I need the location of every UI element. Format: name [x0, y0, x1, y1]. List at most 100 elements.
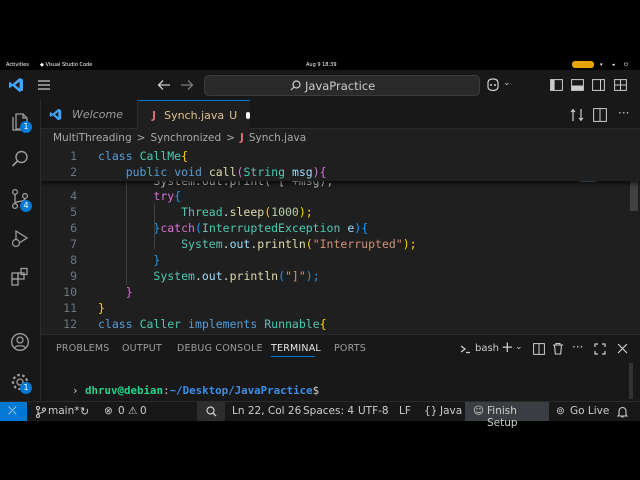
sticky-scroll-header[interactable]: 1 class CallMe{ 2 public void call(Strin… [41, 147, 640, 181]
java-icon: J [239, 132, 244, 144]
explorer-badge: 1 [20, 121, 32, 133]
indentation[interactable]: Spaces: 4 [303, 405, 354, 417]
source-control-badge: 4 [20, 200, 32, 212]
customize-layout-icon[interactable] [614, 79, 627, 91]
breadcrumb-folder-multithreading[interactable]: MultiThreading [53, 132, 132, 144]
line-number: 4 [70, 189, 77, 203]
trash-icon[interactable] [552, 342, 564, 355]
sync-icon[interactable]: ↻ [80, 405, 89, 418]
broadcast-icon[interactable]: ⊚ [556, 405, 565, 417]
tab-terminal[interactable]: TERMINAL [271, 343, 321, 354]
title-bar: JavaPractice ⌄ [0, 70, 640, 101]
language-mode[interactable]: Java [440, 405, 462, 417]
command-center-search[interactable]: JavaPractice [204, 75, 480, 96]
run-debug-icon[interactable] [10, 228, 30, 248]
line-number: 7 [70, 237, 77, 251]
braces-icon: {} [424, 405, 438, 417]
remote-indicator[interactable]: ⤫ [0, 402, 27, 421]
new-terminal-plus-icon[interactable]: + [501, 338, 514, 356]
close-panel-icon[interactable] [617, 343, 628, 354]
zoom-button[interactable] [197, 402, 225, 421]
remote-icon: ⤫ [8, 404, 17, 417]
copilot-icon: ☺ [473, 405, 484, 417]
tab-label: Welcome [72, 107, 123, 121]
git-branch[interactable]: main* [48, 405, 80, 417]
tab-welcome[interactable]: Welcome [41, 100, 138, 128]
maximize-panel-icon[interactable] [594, 343, 606, 355]
prompt-dollar: $ [312, 384, 320, 397]
open-changes-icon[interactable] [570, 108, 584, 122]
power-icon[interactable]: ⏻ [624, 62, 628, 68]
line-number: 1 [70, 149, 77, 163]
forward-arrow-icon[interactable] [180, 79, 194, 91]
split-terminal-icon[interactable] [533, 343, 545, 355]
encoding[interactable]: UTF-8 [358, 405, 389, 417]
extensions-icon[interactable] [10, 267, 30, 287]
untracked-status: U [229, 108, 238, 122]
search-icon [290, 80, 301, 91]
recording-indicator[interactable] [572, 61, 594, 68]
tab-problems[interactable]: PROBLEMS [56, 343, 109, 354]
finish-setup-label: Finish Setup [487, 405, 518, 429]
tab-label: Synch.java [164, 108, 225, 122]
git-branch-icon [36, 406, 46, 418]
code-line-2: public void call(String msg){ [125, 165, 327, 179]
code-editor[interactable]: 1 class CallMe{ 2 public void call(Strin… [41, 147, 640, 333]
tab-ports[interactable]: PORTS [334, 343, 366, 354]
line-number: 11 [63, 301, 77, 315]
copilot-icon[interactable] [485, 78, 501, 92]
activities-button[interactable]: Activities [6, 62, 29, 68]
more-actions-icon[interactable]: ··· [618, 106, 629, 120]
system-top-bar: Activities ◆ Visual Studio Code Aug 9 18… [0, 60, 640, 70]
breadcrumb-separator: > [136, 132, 146, 144]
tab-output[interactable]: OUTPUT [122, 343, 162, 354]
java-icon: J [152, 108, 157, 122]
menu-icon[interactable] [37, 79, 51, 91]
app-name: Visual Studio Code [45, 62, 93, 68]
terminal-chevron-down-icon[interactable]: ⌄ [515, 342, 523, 352]
bottom-panel: PROBLEMS OUTPUT DEBUG CONSOLE TERMINAL P… [41, 334, 640, 402]
line-number: 9 [70, 269, 77, 283]
breadcrumb: MultiThreading > Synchronized > J Synch.… [41, 129, 640, 147]
prompt-path: ~/Desktop/JavaPractice [169, 384, 313, 397]
error-icon[interactable]: ⊗ [104, 405, 113, 417]
toggle-secondary-sidebar-icon[interactable] [592, 79, 605, 91]
breadcrumb-file[interactable]: Synch.java [249, 132, 306, 144]
more-actions-icon[interactable]: ··· [572, 340, 583, 354]
copilot-chevron-down-icon[interactable]: ⌄ [503, 78, 511, 88]
split-editor-icon[interactable] [593, 108, 607, 122]
prompt-user: dhruv@debian [85, 384, 164, 397]
tab-debug-console[interactable]: DEBUG CONSOLE [177, 343, 263, 354]
terminal-scrollbar[interactable] [629, 363, 633, 399]
finish-setup-button[interactable]: ☺ Finish Setup [465, 402, 549, 429]
toggle-primary-sidebar-icon[interactable] [550, 79, 563, 91]
breadcrumb-folder-synchronized[interactable]: Synchronized [150, 132, 221, 144]
warning-icon[interactable]: ⚠ [128, 405, 137, 417]
app-menu[interactable]: ◆ Visual Studio Code [40, 62, 92, 68]
cursor-position[interactable]: Ln 22, Col 26 [232, 405, 301, 417]
tab-synch-java[interactable]: J Synch.java U [138, 100, 250, 129]
code-line-12: class Caller implements Runnable{ [98, 317, 327, 331]
back-arrow-icon[interactable] [157, 79, 171, 91]
notifications-bell-icon[interactable] [617, 406, 628, 418]
code-line-9: System.out.println("]"); [153, 269, 320, 283]
warning-count[interactable]: 0 [140, 405, 147, 417]
code-line-4: try{ [153, 189, 182, 203]
line-number: 10 [63, 285, 77, 299]
code-line-10: } [125, 285, 133, 299]
terminal-shell-name[interactable]: bash [475, 343, 499, 354]
code-line-8: } [153, 253, 161, 267]
accounts-icon[interactable] [10, 332, 30, 352]
error-count[interactable]: 0 [118, 405, 125, 417]
volume-icon[interactable]: ◂ [612, 62, 615, 68]
go-live-button[interactable]: Go Live [570, 405, 609, 417]
line-number: 6 [70, 221, 77, 235]
indent-guide [126, 181, 127, 285]
search-activity-icon[interactable] [10, 149, 30, 169]
line-number: 8 [70, 253, 77, 267]
toggle-panel-icon[interactable] [571, 79, 584, 91]
end-of-line[interactable]: LF [399, 405, 411, 417]
clock[interactable]: Aug 9 18:39 [306, 62, 337, 68]
network-icon[interactable]: ▾ [600, 62, 603, 68]
unsaved-dot-icon[interactable] [246, 111, 250, 119]
